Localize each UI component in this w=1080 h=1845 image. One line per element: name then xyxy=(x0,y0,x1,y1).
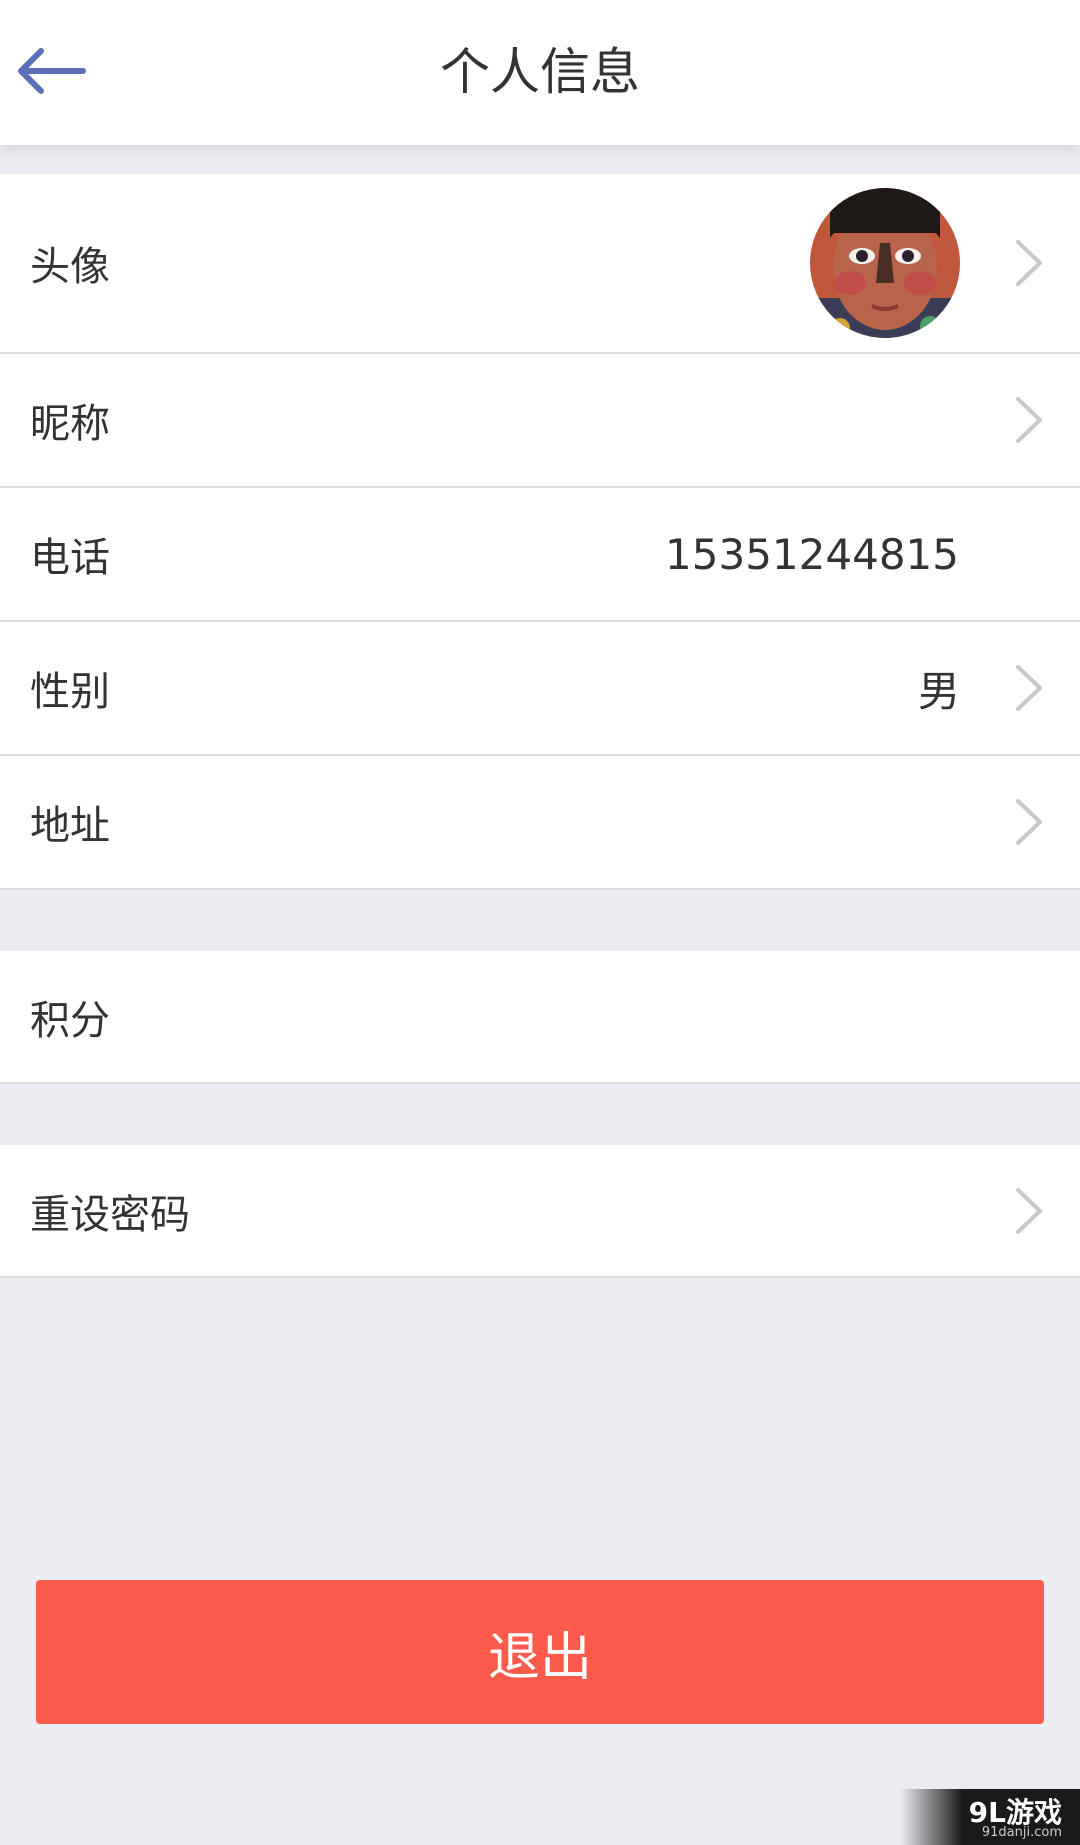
profile-section: 头像 昵称 电话 15351244815 性别 男 地址 xyxy=(0,174,1080,890)
chevron-right-icon xyxy=(1016,799,1042,845)
watermark-logo: 9L游戏 91danji.com xyxy=(900,1789,1080,1845)
top-bar: 个人信息 xyxy=(0,0,1080,145)
points-section: 积分 xyxy=(0,951,1080,1084)
chevron-right-icon xyxy=(1016,240,1042,286)
points-label: 积分 xyxy=(30,997,110,1044)
avatar-row[interactable]: 头像 xyxy=(0,174,1080,354)
chevron-right-icon xyxy=(1016,665,1042,711)
chevron-right-icon xyxy=(1016,1187,1042,1234)
avatar-image xyxy=(810,188,960,338)
chevron-right-icon xyxy=(1016,397,1042,443)
avatar[interactable] xyxy=(810,188,960,338)
watermark-url: 91danji.com xyxy=(981,1825,1062,1840)
logout-button[interactable]: 退出 xyxy=(36,1580,1044,1724)
personal-info-page: 个人信息 头像 昵称 电话 15351244815 性别 男 地址 积分 重设密… xyxy=(0,0,1080,1845)
address-label: 地址 xyxy=(30,803,110,849)
phone-label: 电话 xyxy=(30,535,110,581)
gender-row[interactable]: 性别 男 xyxy=(0,622,1080,756)
nickname-row[interactable]: 昵称 xyxy=(0,354,1080,488)
address-row[interactable]: 地址 xyxy=(0,756,1080,890)
page-title: 个人信息 xyxy=(440,43,640,101)
points-row[interactable]: 积分 xyxy=(0,951,1080,1084)
reset-password-label: 重设密码 xyxy=(30,1191,190,1238)
phone-value: 15351244815 xyxy=(665,529,959,579)
phone-row: 电话 15351244815 xyxy=(0,488,1080,622)
avatar-label: 头像 xyxy=(30,244,110,290)
security-section: 重设密码 xyxy=(0,1145,1080,1278)
nickname-label: 昵称 xyxy=(30,401,110,447)
reset-password-row[interactable]: 重设密码 xyxy=(0,1145,1080,1278)
gender-value: 男 xyxy=(917,666,960,716)
gender-label: 性别 xyxy=(30,669,110,715)
